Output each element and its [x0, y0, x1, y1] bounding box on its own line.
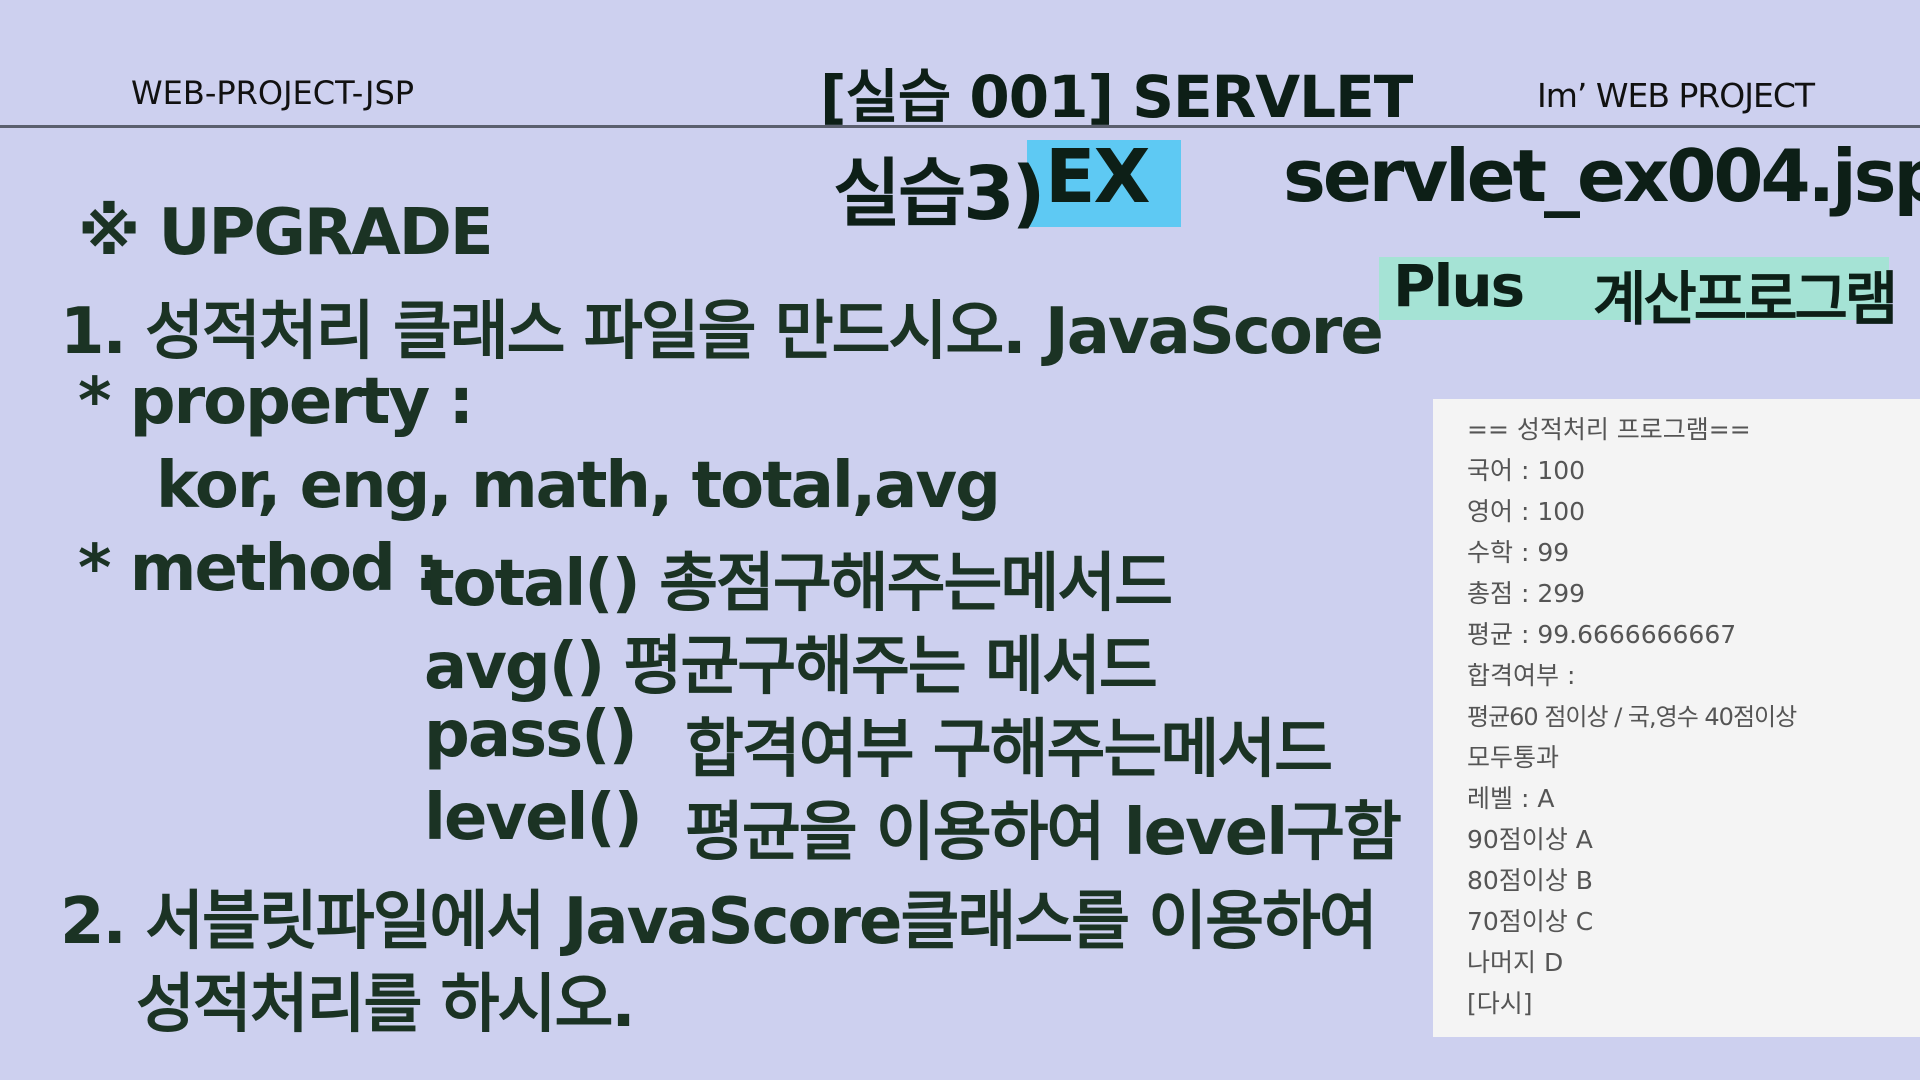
header-left-title: WEB-PROJECT-JSP	[131, 74, 415, 112]
output-line: 합격여부 :	[1467, 661, 1576, 690]
output-line: 국어 : 100	[1467, 456, 1586, 485]
method-pass-desc: 합격여부 구해주는메서드	[685, 713, 1333, 787]
exercise-label: EX	[1045, 134, 1151, 220]
exercise-prefix: 실습3)	[833, 151, 1045, 237]
header-right-title: Im’ WEB PROJECT	[1537, 76, 1815, 115]
output-line: 70점이상 C	[1467, 907, 1594, 936]
property-label: * property :	[78, 365, 474, 439]
program-output-panel: == 성적처리 프로그램== 국어 : 100 영어 : 100 수학 : 99…	[1433, 399, 1920, 1037]
output-line: 평균60 점이상 / 국,영수 40점이상	[1467, 703, 1797, 731]
method-level-name: level()	[424, 781, 643, 855]
exercise-filename: servlet_ex004.jsp	[1283, 134, 1920, 218]
method-label: * method :	[78, 532, 440, 606]
header-divider	[0, 125, 1920, 128]
output-line: 모두통과	[1467, 743, 1560, 772]
upgrade-heading: ※ UPGRADE	[78, 196, 494, 270]
method-pass-name: pass()	[424, 698, 638, 772]
property-values: kor, eng, math, total,avg	[156, 449, 1001, 523]
output-line: 레벨 : A	[1467, 784, 1555, 813]
instruction-item-2: 2. 서블릿파일에서 JavaScore클래스를 이용하여	[60, 885, 1378, 959]
plus-label: Plus	[1393, 252, 1525, 320]
instruction-item-2-continued: 성적처리를 하시오.	[136, 968, 636, 1042]
output-line: 평균 : 99.6666666667	[1467, 620, 1737, 649]
method-total: total() 총점구해주는메서드	[424, 547, 1173, 621]
method-level-desc: 평균을 이용하여 level구함	[685, 796, 1402, 870]
output-line: 영어 : 100	[1467, 497, 1586, 526]
output-line: 수학 : 99	[1467, 538, 1570, 567]
plus-title: 계산프로그램	[1593, 265, 1898, 333]
method-avg: avg() 평균구해주는 메서드	[424, 630, 1158, 704]
output-line: 90점이상 A	[1467, 825, 1593, 854]
instruction-item-1: 1. 성적처리 클래스 파일을 만드시오. JavaScore	[60, 295, 1384, 369]
retry-link[interactable]: [다시]	[1467, 984, 1533, 1020]
output-line: 나머지 D	[1467, 948, 1564, 977]
header-center-title: [실습 001] SERVLET	[820, 63, 1413, 131]
output-line: == 성적처리 프로그램==	[1467, 415, 1751, 444]
output-line: 총점 : 299	[1467, 579, 1586, 608]
output-line: 80점이상 B	[1467, 866, 1593, 895]
